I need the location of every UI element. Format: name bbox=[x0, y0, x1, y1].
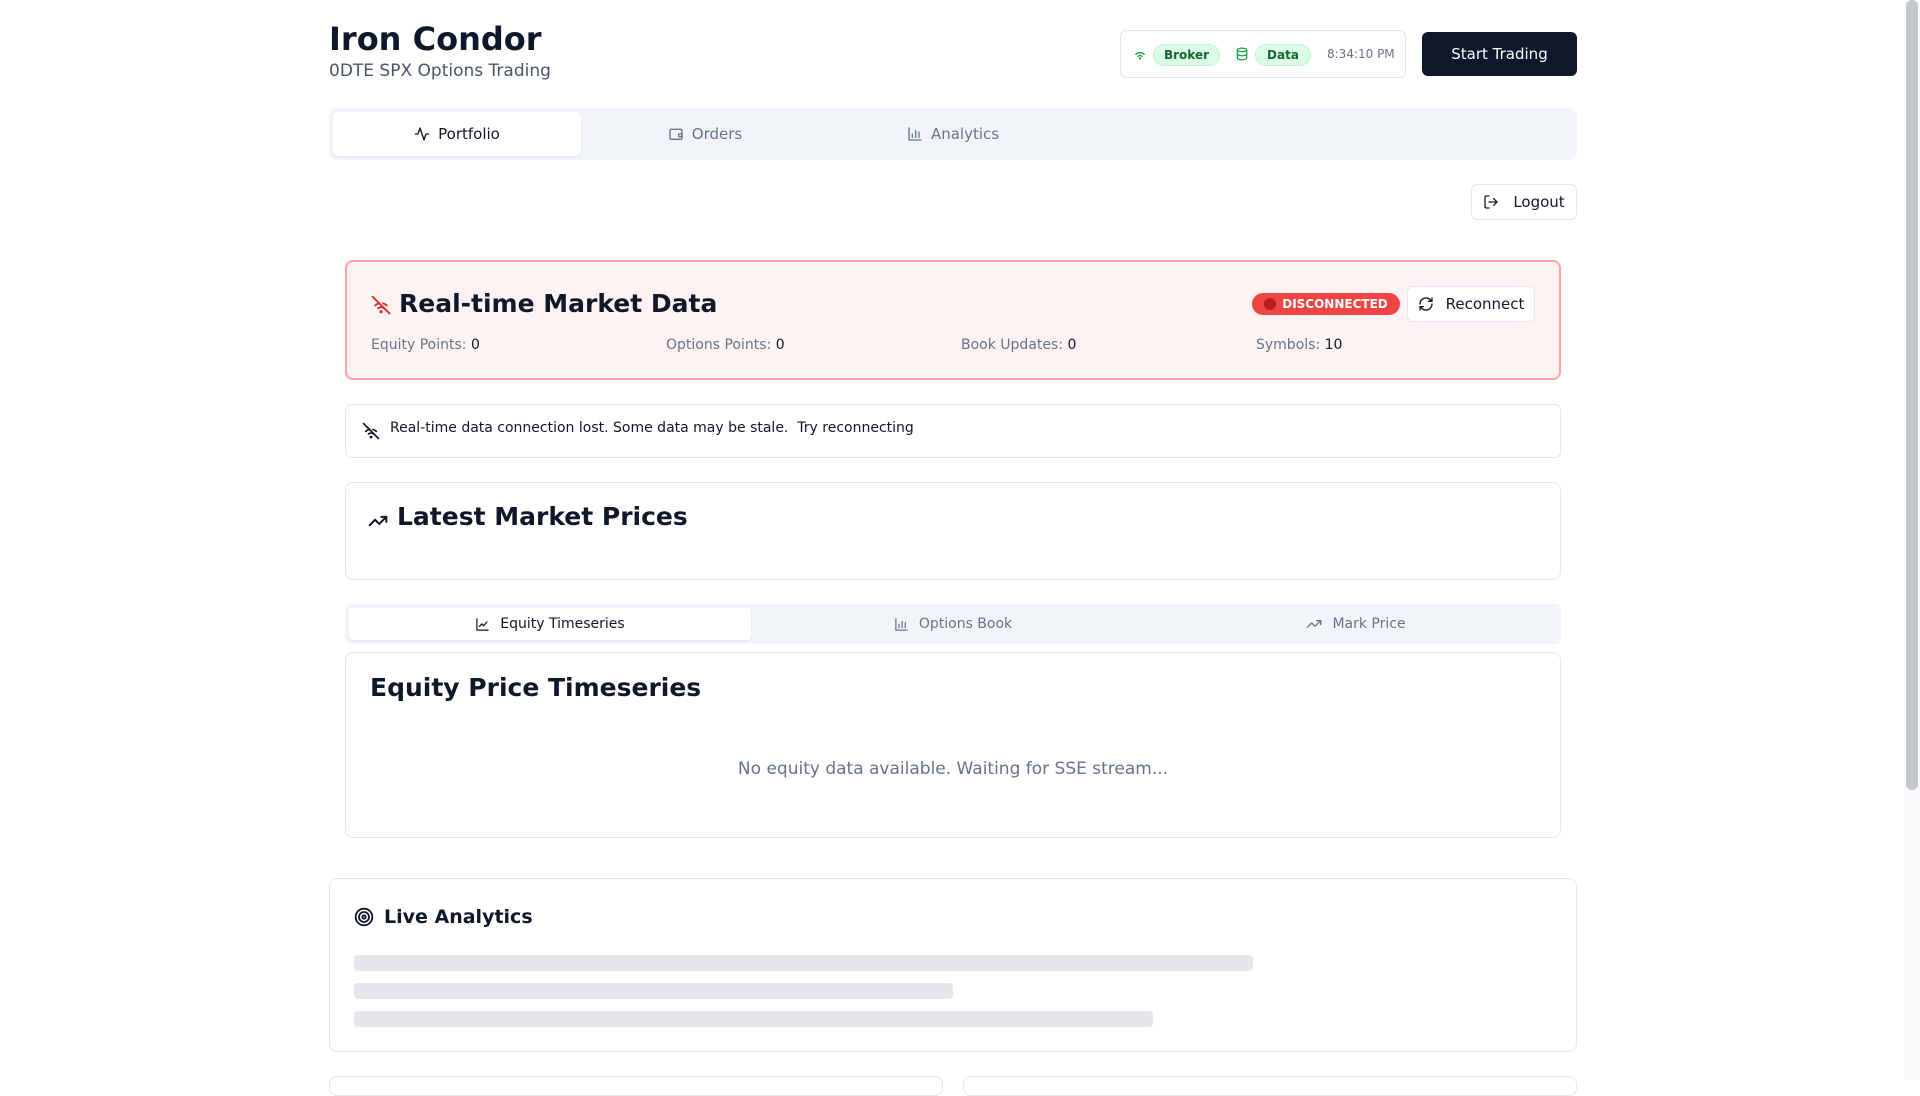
trending-up-icon bbox=[368, 511, 388, 531]
reconnect-label: Reconnect bbox=[1445, 295, 1525, 313]
app-title: Iron Condor bbox=[329, 20, 542, 58]
target-icon bbox=[354, 907, 374, 927]
app-subtitle: 0DTE SPX Options Trading bbox=[329, 61, 551, 81]
subtab-label: Mark Price bbox=[1332, 616, 1406, 632]
stat-options-points: Options Points: 0 bbox=[666, 337, 785, 353]
connection-lost-alert: Real-time data connection lost. Some dat… bbox=[345, 404, 1561, 458]
start-trading-button[interactable]: Start Trading bbox=[1422, 32, 1577, 76]
activity-icon bbox=[414, 126, 430, 142]
alert-message: Real-time data connection lost. Some dat… bbox=[390, 420, 789, 436]
data-view-tabs: Equity Timeseries Options Book Mark Pric… bbox=[345, 604, 1561, 644]
wifi-icon bbox=[1133, 47, 1147, 61]
logout-icon bbox=[1483, 194, 1499, 210]
data-status-badge: Data bbox=[1255, 44, 1311, 66]
empty-state-message: No equity data available. Waiting for SS… bbox=[737, 759, 1169, 779]
tab-label: Orders bbox=[691, 125, 743, 143]
scrollbar-thumb[interactable] bbox=[1906, 0, 1918, 790]
loading-skeleton bbox=[354, 955, 1253, 971]
logout-label: Logout bbox=[1513, 193, 1565, 211]
wifi-off-icon bbox=[371, 295, 391, 315]
subtab-label: Options Book bbox=[918, 616, 1013, 632]
trending-up-icon bbox=[1306, 616, 1322, 632]
stat-label: Options Points: bbox=[666, 337, 772, 353]
connection-status-panel: Broker Data 8:34:10 PM bbox=[1120, 30, 1406, 78]
live-analytics-card: Live Analytics bbox=[329, 878, 1577, 1052]
latest-prices-title: Latest Market Prices bbox=[397, 502, 688, 531]
bottom-card-right bbox=[963, 1076, 1577, 1096]
stat-book-updates: Book Updates: 0 bbox=[961, 337, 1076, 353]
logout-button[interactable]: Logout bbox=[1471, 184, 1577, 220]
stat-value: 0 bbox=[470, 337, 480, 353]
wallet-icon bbox=[668, 126, 684, 142]
stat-value: 0 bbox=[775, 337, 785, 353]
tab-label: Analytics bbox=[930, 125, 1000, 143]
live-analytics-title: Live Analytics bbox=[384, 906, 533, 928]
market-data-title: Real-time Market Data bbox=[399, 289, 718, 318]
connection-status-badge: DISCONNECTED bbox=[1252, 293, 1400, 315]
stat-symbols: Symbols: 10 bbox=[1256, 337, 1342, 353]
stat-value: 0 bbox=[1067, 337, 1077, 353]
loading-skeleton bbox=[354, 983, 953, 999]
subtab-options-book[interactable]: Options Book bbox=[752, 608, 1154, 640]
subtab-equity-timeseries[interactable]: Equity Timeseries bbox=[349, 608, 751, 640]
database-icon bbox=[1235, 47, 1249, 61]
broker-status-badge: Broker bbox=[1153, 44, 1220, 66]
stat-label: Equity Points: bbox=[371, 337, 467, 353]
line-chart-icon bbox=[475, 617, 490, 632]
status-dot-icon bbox=[1264, 298, 1277, 310]
stat-label: Symbols: bbox=[1256, 337, 1321, 353]
stat-value: 10 bbox=[1324, 337, 1343, 353]
wifi-off-icon bbox=[362, 422, 380, 440]
tab-label: Portfolio bbox=[438, 125, 500, 143]
tab-orders[interactable]: Orders bbox=[581, 112, 829, 156]
tab-analytics[interactable]: Analytics bbox=[829, 112, 1077, 156]
bar-chart-icon bbox=[894, 617, 909, 632]
clock-time: 8:34:10 PM bbox=[1327, 47, 1395, 61]
status-text: DISCONNECTED bbox=[1282, 297, 1388, 311]
main-tabs: Portfolio Orders Analytics bbox=[329, 108, 1577, 160]
latest-prices-card: Latest Market Prices bbox=[345, 482, 1561, 580]
tab-portfolio[interactable]: Portfolio bbox=[333, 112, 581, 156]
bar-chart-icon bbox=[907, 126, 923, 142]
bottom-card-left bbox=[329, 1076, 943, 1096]
subtab-label: Equity Timeseries bbox=[500, 616, 625, 632]
alert-message-row: Real-time data connection lost. Some dat… bbox=[390, 420, 914, 436]
reconnect-link[interactable]: Try reconnecting bbox=[797, 420, 914, 436]
subtab-mark-price[interactable]: Mark Price bbox=[1155, 608, 1557, 640]
equity-timeseries-card: Equity Price Timeseries No equity data a… bbox=[345, 652, 1561, 838]
loading-skeleton bbox=[354, 1011, 1153, 1027]
market-data-card: Real-time Market Data DISCONNECTED Recon… bbox=[345, 260, 1561, 380]
reconnect-button[interactable]: Reconnect bbox=[1407, 286, 1535, 322]
equity-timeseries-title: Equity Price Timeseries bbox=[370, 673, 702, 702]
stat-label: Book Updates: bbox=[961, 337, 1064, 353]
refresh-icon bbox=[1418, 296, 1434, 312]
stat-equity-points: Equity Points: 0 bbox=[371, 337, 480, 353]
